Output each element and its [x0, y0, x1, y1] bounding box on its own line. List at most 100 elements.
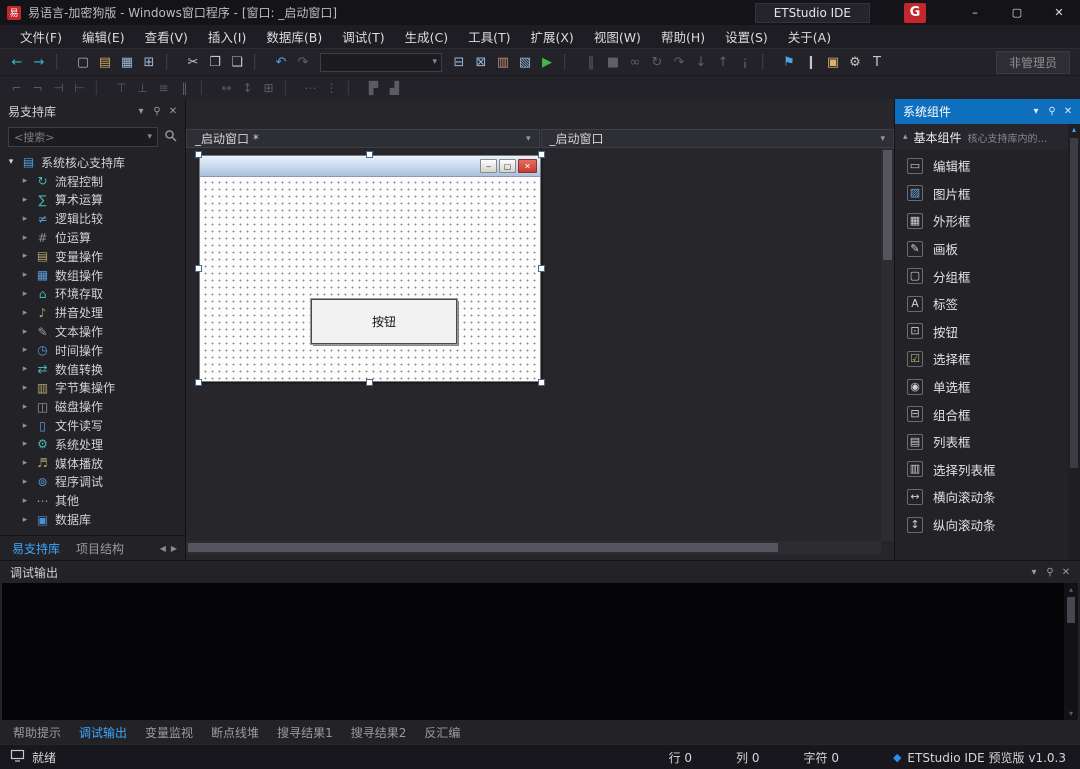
component-paint-board[interactable]: ✎ 画板 [895, 235, 1068, 263]
component-combo-box[interactable]: ⊟ 组合框 [895, 400, 1068, 428]
menu-item[interactable]: 扩展(X) [520, 25, 583, 48]
scroll-down-icon[interactable]: ▾ [1069, 709, 1073, 718]
component-v-scrollbar[interactable]: ↕ 纵向滚动条 [895, 511, 1068, 539]
collapse-arrow-icon[interactable]: ▸ [20, 477, 30, 487]
menu-item[interactable]: 查看(V) [135, 25, 198, 48]
step-into-icon[interactable]: ↓ [690, 52, 712, 72]
tree-item[interactable]: ▸ ⇄ 数值转换 [0, 360, 185, 379]
resize-handle[interactable] [538, 379, 545, 386]
resize-handle[interactable] [538, 265, 545, 272]
tree-item[interactable]: ▸ ▤ 变量操作 [0, 247, 185, 266]
expand-arrow-icon[interactable]: ▾ [6, 157, 16, 167]
bottom-tab[interactable]: 反汇编 [415, 720, 469, 744]
resize-handle[interactable] [538, 151, 545, 158]
chevron-down-icon[interactable]: ▾ [133, 104, 149, 120]
tree-item[interactable]: ▸ ↻ 流程控制 [0, 172, 185, 191]
settings-gear-icon[interactable]: ⚙ [844, 52, 866, 72]
resize-handle[interactable] [366, 379, 373, 386]
designed-button[interactable]: 按钮 [311, 299, 457, 344]
tree-item[interactable]: ▸ ⋯ 其他 [0, 491, 185, 510]
component-section-header[interactable]: ▴ 基本组件 核心支持库内的… [895, 124, 1080, 150]
collapse-arrow-icon[interactable]: ▸ [20, 439, 30, 449]
ide-label[interactable]: ETStudio IDE [755, 3, 870, 23]
components-scrollbar[interactable]: ▴ [1068, 124, 1080, 560]
collapse-arrow-icon[interactable]: ▸ [20, 214, 30, 224]
tree-item[interactable]: ▸ ⌂ 环境存取 [0, 285, 185, 304]
new-form-icon[interactable]: ▢ [72, 52, 94, 72]
breakpoint-icon[interactable]: ¡ [734, 52, 756, 72]
tree-item[interactable]: ▸ ✎ 文本操作 [0, 322, 185, 341]
pin-icon[interactable]: ⚲ [149, 104, 165, 120]
designer-vertical-scrollbar[interactable] [881, 148, 894, 541]
component-h-scrollbar[interactable]: ↔ 横向滚动条 [895, 483, 1068, 511]
component-shape-box[interactable]: ▦ 外形框 [895, 207, 1068, 235]
bottom-tab[interactable]: 断点线堆 [202, 720, 268, 744]
component-checkbox[interactable]: ☑ 选择框 [895, 345, 1068, 373]
package-icon[interactable]: ▧ [514, 52, 536, 72]
tree-item[interactable]: ▸ ♬ 媒体播放 [0, 454, 185, 473]
center-vertical-icon[interactable]: ‖ [174, 78, 195, 98]
collapse-arrow-icon[interactable]: ▸ [20, 402, 30, 412]
collapse-arrow-icon[interactable]: ▸ [20, 327, 30, 337]
collapse-arrow-icon[interactable]: ▸ [20, 496, 30, 506]
collapse-arrow-icon[interactable]: ▸ [20, 251, 30, 261]
restart-icon[interactable]: ↻ [646, 52, 668, 72]
open-icon[interactable]: ▤ [94, 52, 116, 72]
collapse-arrow-icon[interactable]: ▸ [20, 195, 30, 205]
tree-item[interactable]: ▸ ⊚ 程序调试 [0, 473, 185, 492]
step-over-icon[interactable]: ↷ [668, 52, 690, 72]
scroll-up-icon[interactable]: ▴ [1069, 585, 1073, 594]
collapse-arrow-icon[interactable]: ▸ [20, 383, 30, 393]
component-label[interactable]: A 标签 [895, 290, 1068, 318]
tree-item[interactable]: ▸ ≠ 逻辑比较 [0, 209, 185, 228]
forward-icon[interactable]: → [28, 52, 50, 72]
tree-item[interactable]: ▸ ∑ 算术运算 [0, 191, 185, 210]
cut-icon[interactable]: ✂ [182, 52, 204, 72]
component-picture-box[interactable]: ▨ 图片框 [895, 180, 1068, 208]
component-checked-list-box[interactable]: ▥ 选择列表框 [895, 456, 1068, 484]
tree-item[interactable]: ▸ ▯ 文件读写 [0, 416, 185, 435]
compile-icon[interactable]: ▥ [492, 52, 514, 72]
close-icon[interactable]: ✕ [165, 104, 181, 120]
stop-icon[interactable]: ■ [602, 52, 624, 72]
menu-item[interactable]: 生成(C) [395, 25, 458, 48]
attach-process-icon[interactable]: ∞ [624, 52, 646, 72]
bottom-tab[interactable]: 变量监视 [136, 720, 202, 744]
scrollbar-thumb[interactable] [188, 543, 778, 552]
close-icon[interactable]: ✕ [1058, 564, 1074, 580]
component-button[interactable]: ⊡ 按钮 [895, 318, 1068, 346]
tree-item[interactable]: ▸ ♪ 拼音处理 [0, 303, 185, 322]
align-right-edges-icon[interactable]: ¬ [27, 78, 48, 98]
collapse-arrow-icon[interactable]: ▸ [20, 233, 30, 243]
resize-handle[interactable] [195, 265, 202, 272]
collapse-arrow-icon[interactable]: ▸ [20, 364, 30, 374]
undo-icon[interactable]: ↶ [270, 52, 292, 72]
designer-canvas[interactable]: ‒ ▢ ✕ 按钮 [186, 148, 894, 541]
resize-handle[interactable] [366, 151, 373, 158]
resize-handle[interactable] [195, 379, 202, 386]
bottom-tab[interactable]: 调试输出 [70, 720, 136, 744]
collapse-arrow-icon[interactable]: ▸ [20, 308, 30, 318]
align-lefts-icon[interactable]: ⊣ [48, 78, 69, 98]
menu-item[interactable]: 设置(S) [715, 25, 778, 48]
flag-icon[interactable]: ⚑ [778, 52, 800, 72]
maximize-button[interactable]: ▢ [996, 0, 1038, 25]
bottom-tab[interactable]: 帮助提示 [4, 720, 70, 744]
tree-item[interactable]: ▸ ◫ 磁盘操作 [0, 397, 185, 416]
close-button[interactable]: ✕ [1038, 0, 1080, 25]
component-group-box[interactable]: ▢ 分组框 [895, 262, 1068, 290]
menu-item[interactable]: 视图(W) [584, 25, 651, 48]
build-icon[interactable]: ⊠ [470, 52, 492, 72]
menu-item[interactable]: 数据库(B) [256, 25, 332, 48]
text-tool-icon[interactable]: T [866, 52, 888, 72]
component-select-combobox[interactable]: _启动窗口 ▾ [541, 129, 895, 148]
pin-icon[interactable]: ⚲ [1042, 564, 1058, 580]
component-radio[interactable]: ◉ 单选框 [895, 373, 1068, 401]
scrollbar-thumb[interactable] [1070, 138, 1078, 468]
copy-icon[interactable]: ❐ [204, 52, 226, 72]
toolbar-combobox[interactable]: ▾ [320, 53, 442, 72]
menu-item[interactable]: 插入(I) [198, 25, 256, 48]
menu-item[interactable]: 帮助(H) [651, 25, 715, 48]
component-list-box[interactable]: ▤ 列表框 [895, 428, 1068, 456]
collapse-arrow-icon[interactable]: ▸ [20, 176, 30, 186]
